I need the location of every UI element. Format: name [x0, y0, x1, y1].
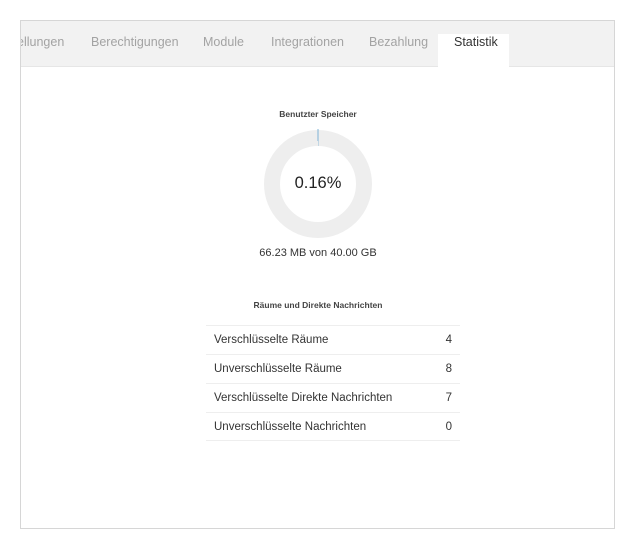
rooms-stats-table: Verschlüsselte Räume 4 Unverschlüsselte … [206, 325, 460, 441]
storage-title: Benutzter Speicher [279, 109, 357, 119]
storage-usage-text: 66.23 MB von 40.00 GB [259, 247, 377, 259]
row-value: 0 [445, 421, 452, 433]
tab-statistik[interactable]: Statistik [454, 35, 498, 49]
tab-bar: ellungen Berechtigungen Module Integrati… [21, 21, 614, 68]
tab-bezahlung[interactable]: Bezahlung [369, 35, 428, 49]
table-row: Unverschlüsselte Nachrichten 0 [206, 412, 460, 441]
row-label: Verschlüsselte Räume [214, 334, 329, 346]
row-label: Unverschlüsselte Nachrichten [214, 421, 367, 433]
table-row: Unverschlüsselte Räume 8 [206, 354, 460, 383]
row-value: 8 [445, 363, 452, 375]
settings-panel: ellungen Berechtigungen Module Integrati… [20, 20, 615, 529]
storage-percent: 0.16% [294, 174, 342, 192]
rooms-title: Räume und Direkte Nachrichten [253, 300, 383, 310]
row-label: Unverschlüsselte Räume [214, 363, 342, 375]
table-row: Verschlüsselte Räume 4 [206, 325, 460, 354]
tab-integrationen[interactable]: Integrationen [271, 35, 344, 49]
table-row: Verschlüsselte Direkte Nachrichten 7 [206, 383, 460, 412]
tab-module[interactable]: Module [203, 35, 244, 49]
row-label: Verschlüsselte Direkte Nachrichten [214, 392, 393, 404]
tab-berechtigungen[interactable]: Berechtigungen [91, 35, 179, 49]
row-value: 4 [445, 334, 452, 346]
statistics-content: Benutzter Speicher 0.16% 66.23 MB von 40… [21, 67, 614, 528]
tab-einstellungen[interactable]: ellungen [21, 35, 64, 49]
row-value: 7 [445, 392, 452, 404]
